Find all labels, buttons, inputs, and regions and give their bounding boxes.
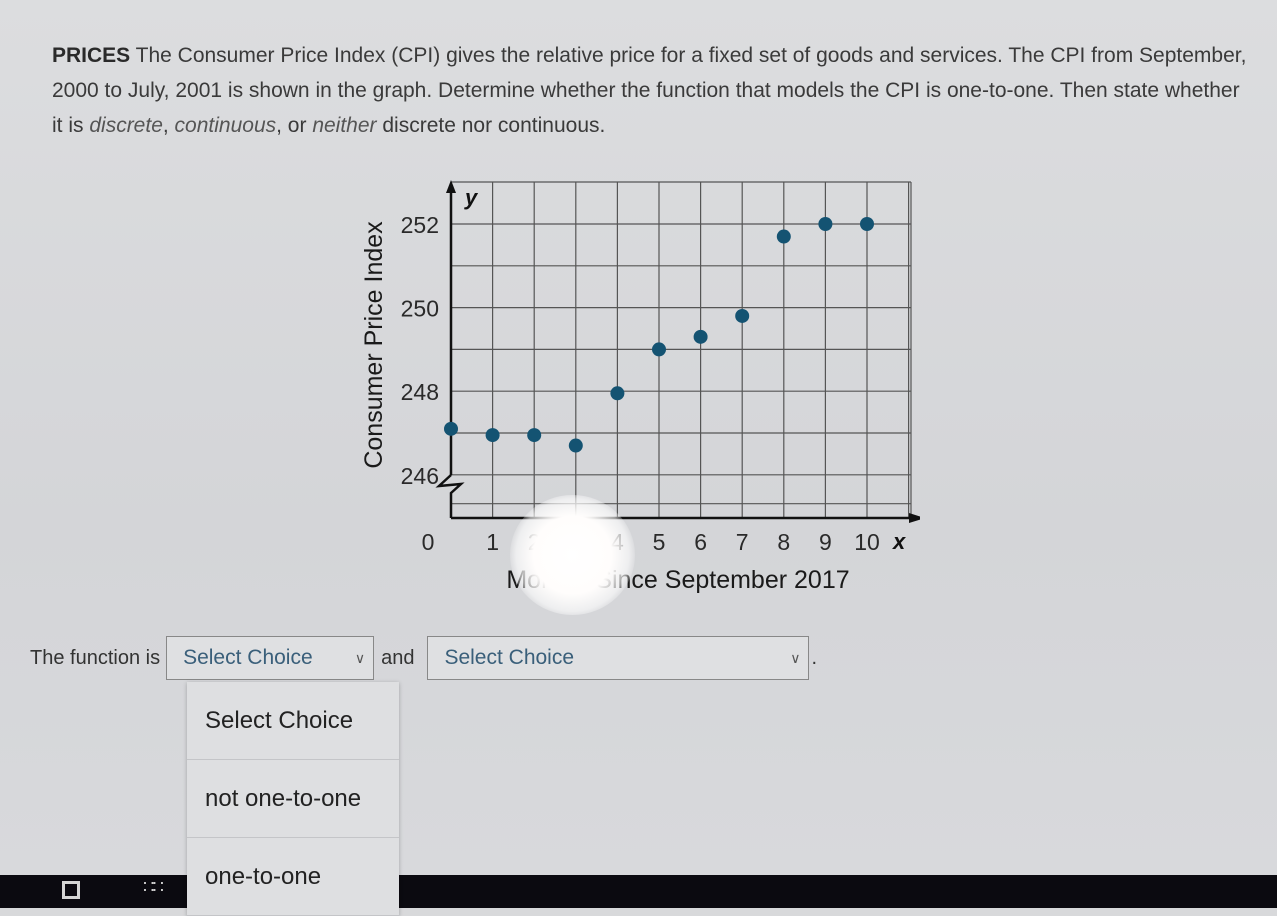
- y-tick-label: 246: [401, 463, 439, 489]
- data-point: [527, 428, 542, 443]
- question-lead: PRICES: [52, 44, 131, 67]
- separator: , or: [276, 114, 313, 137]
- dropdown-option-not-one-to-one[interactable]: not one-to-one: [187, 760, 399, 838]
- dropdown-menu: Select Choice not one-to-one one-to-one: [187, 682, 399, 916]
- x-tick-label: 4: [611, 529, 624, 555]
- data-point: [693, 329, 708, 344]
- term-neither: neither: [312, 114, 377, 137]
- x-tick-label: 2: [528, 529, 541, 555]
- y-tick-label: 248: [401, 379, 439, 405]
- chart-labels: 246 248 250 252 0 1 2 4 5 6 7 8 9 10 y x Months Since Se…: [360, 185, 906, 594]
- select-value: Select Choice: [444, 646, 575, 669]
- y-variable-label: y: [464, 185, 479, 210]
- data-point: [610, 386, 625, 401]
- data-point: [652, 342, 666, 357]
- discrete-continuous-select[interactable]: Select Choice ∨: [427, 636, 810, 680]
- dropdown-option-one-to-one[interactable]: one-to-one: [187, 838, 399, 916]
- chart-grid: [451, 181, 912, 518]
- separator: ,: [162, 114, 175, 137]
- x-tick-label: 6: [694, 529, 707, 555]
- x-tick-label: 7: [736, 529, 749, 555]
- term-continuous: continuous: [174, 114, 277, 137]
- page: PRICES The Consumer Price Index (CPI) gi…: [0, 0, 1277, 916]
- question-text-end: discrete nor continuous.: [376, 114, 606, 137]
- y-axis-title: Consumer Price Index: [360, 221, 388, 469]
- answer-row: The function is Select Choice ∨ and Sele…: [30, 634, 817, 682]
- x-tick-label: 9: [819, 529, 832, 555]
- data-point: [735, 308, 750, 323]
- data-point: [444, 421, 458, 436]
- y-axis-break: [435, 474, 465, 518]
- term-discrete: discrete: [89, 114, 163, 137]
- one-to-one-select[interactable]: Select Choice ∨: [166, 636, 375, 680]
- question-prompt: PRICES The Consumer Price Index (CPI) gi…: [52, 38, 1252, 143]
- answer-joiner: and: [381, 646, 415, 669]
- data-point: [818, 217, 833, 231]
- x-tick-label: 5: [653, 529, 666, 555]
- data-point: [485, 428, 500, 443]
- select-value: Select Choice: [183, 646, 313, 669]
- chevron-down-icon: ∨: [790, 649, 801, 666]
- dropdown-option-select-choice[interactable]: Select Choice: [187, 682, 399, 760]
- task-view-icon[interactable]: [62, 881, 80, 899]
- y-tick-label: 250: [401, 296, 439, 322]
- x-tick-label: 0: [422, 529, 435, 555]
- x-variable-label: x: [892, 529, 906, 554]
- answer-suffix: .: [811, 646, 818, 669]
- chevron-down-icon: ∨: [354, 649, 366, 666]
- data-point: [860, 217, 874, 231]
- chart-axes: [435, 180, 920, 523]
- y-tick-label: 252: [401, 212, 439, 238]
- data-point: [776, 229, 791, 244]
- answer-prefix: The function is: [30, 646, 161, 669]
- x-tick-label: 1: [486, 529, 499, 555]
- data-point: [568, 438, 583, 453]
- x-axis-title: Months Since September 2017: [506, 566, 849, 594]
- app-launcher-icon[interactable]: ∷∷: [143, 877, 164, 898]
- cpi-scatter-chart: 246 248 250 252 0 1 2 4 5 6 7 8 9 10 y x Months Since Se…: [360, 180, 920, 594]
- x-tick-label: 10: [854, 529, 880, 555]
- x-axis-arrow: [909, 513, 920, 523]
- x-tick-label: 8: [777, 529, 790, 555]
